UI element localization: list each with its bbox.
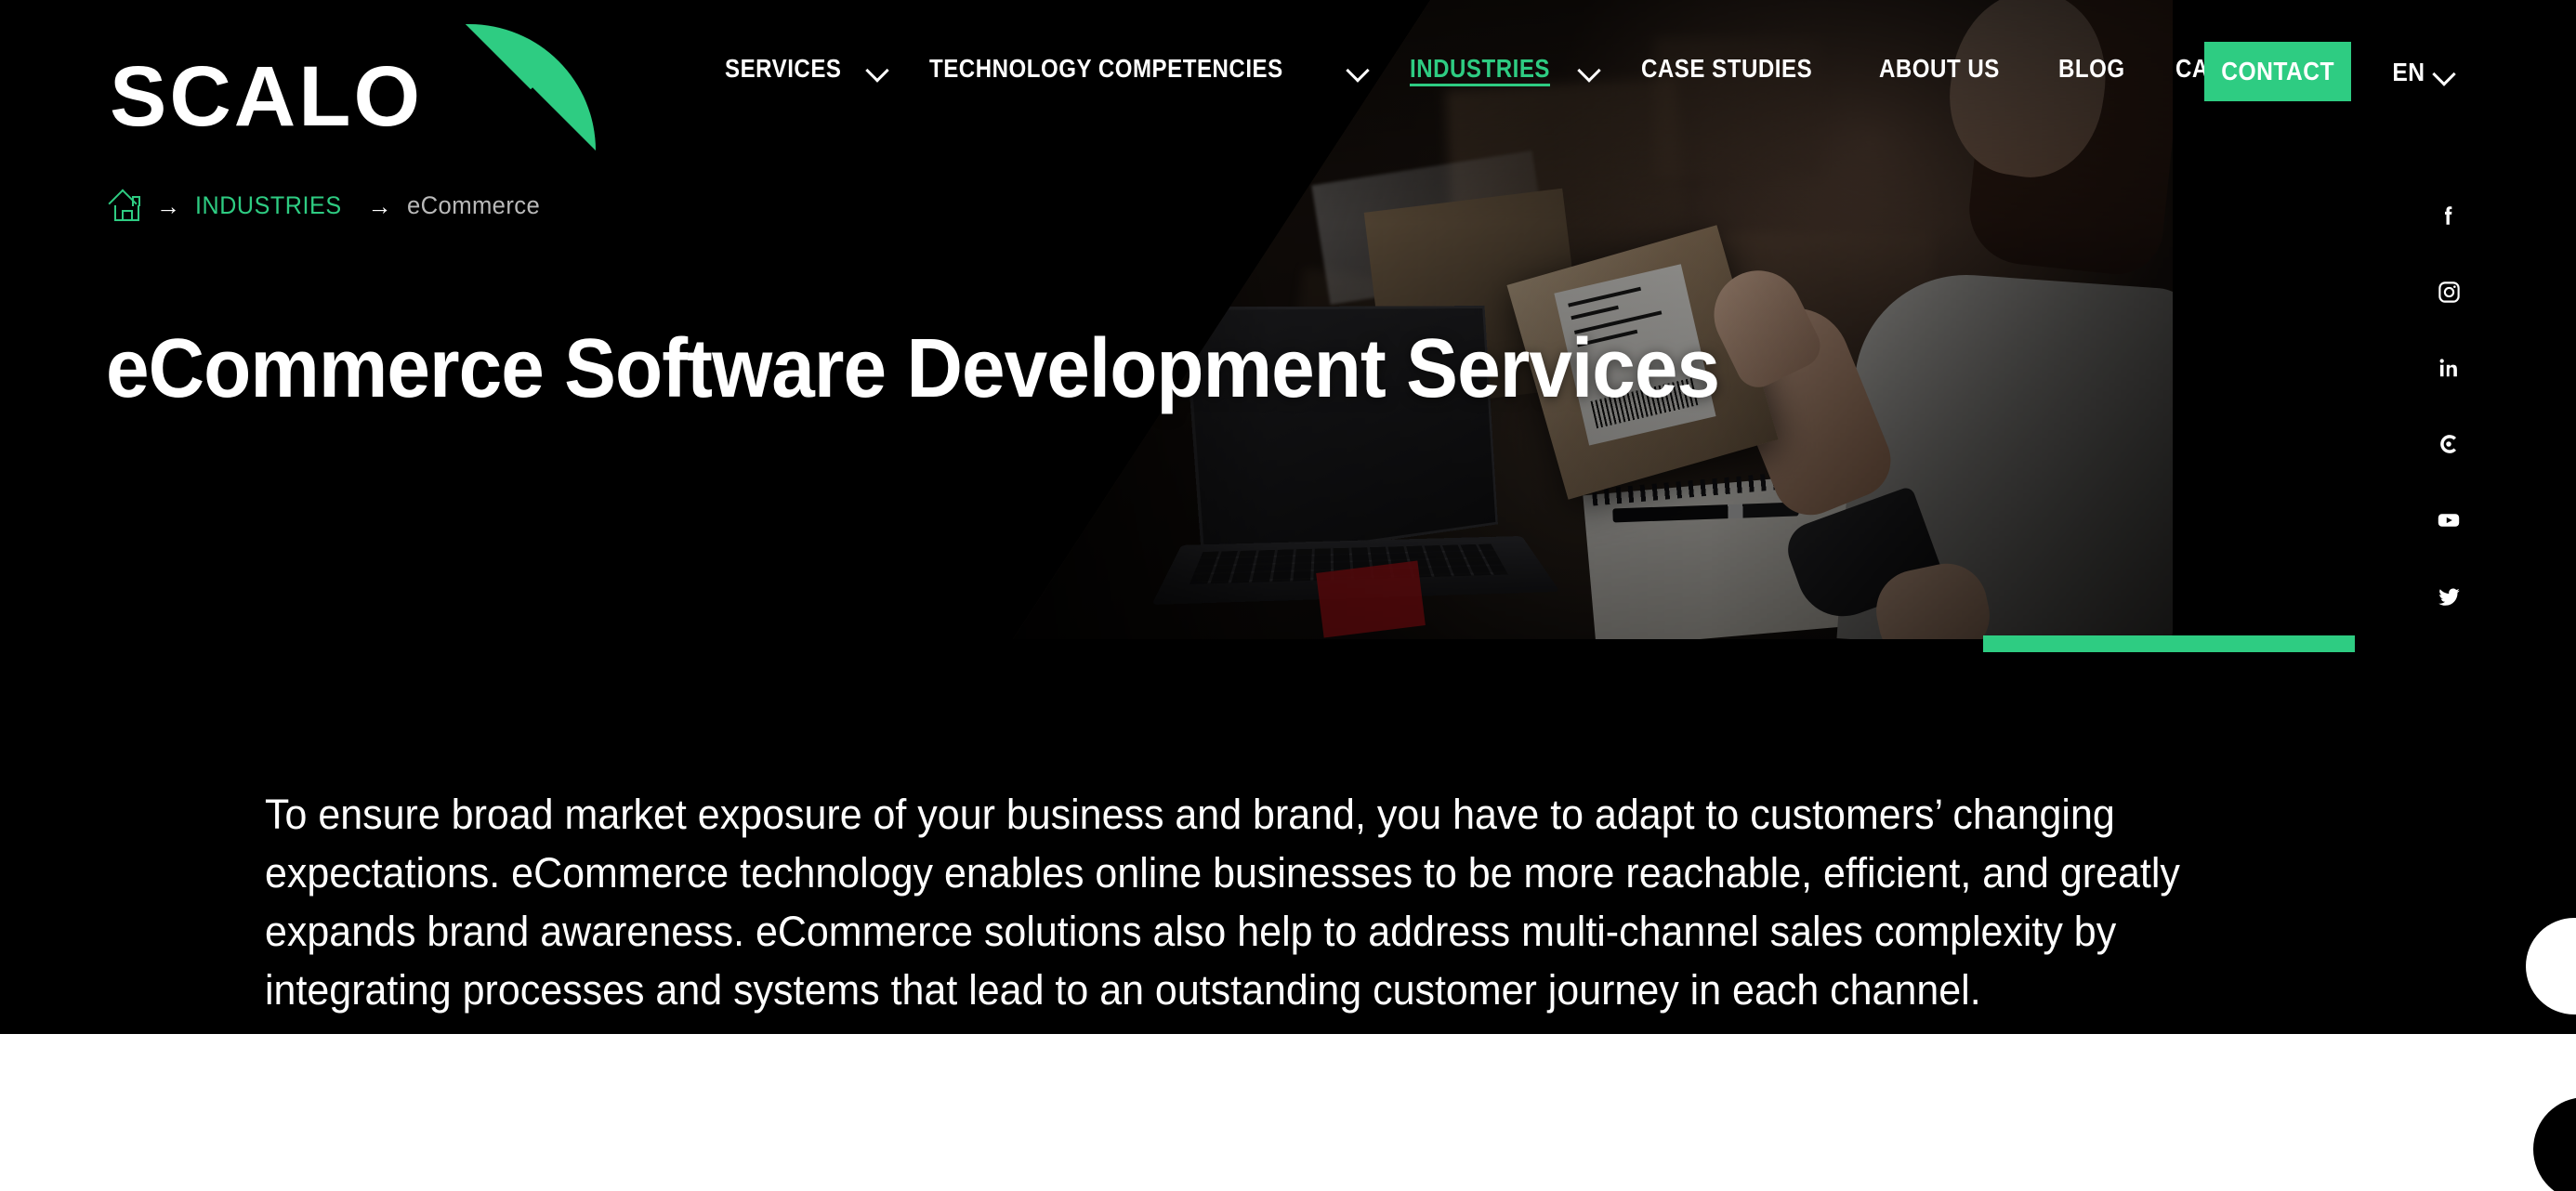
nav-label: SERVICES bbox=[725, 54, 842, 83]
nav-label: TECHNOLOGY COMPETENCIES bbox=[928, 54, 1283, 83]
breadcrumb-item-industries[interactable]: INDUSTRIES bbox=[195, 191, 342, 220]
breadcrumb-separator: → bbox=[367, 191, 392, 220]
nav-item-blog[interactable]: BLOG bbox=[2058, 54, 2136, 84]
nav-item-services[interactable]: SERVICES bbox=[725, 54, 890, 84]
linkedin-icon[interactable] bbox=[2428, 347, 2469, 388]
contact-button[interactable]: CONTACT bbox=[2204, 42, 2351, 101]
intro-paragraph: To ensure broad market exposure of your … bbox=[265, 791, 2180, 1014]
breadcrumb-separator: → bbox=[156, 191, 180, 220]
nav-item-case-studies[interactable]: CASE STUDIES bbox=[1641, 54, 1840, 84]
chevron-down-icon[interactable] bbox=[866, 62, 890, 76]
page-title: eCommerce Software Development Services bbox=[106, 322, 1720, 416]
language-selector[interactable]: EN bbox=[2390, 58, 2457, 87]
clutch-icon[interactable] bbox=[2428, 424, 2469, 465]
main-navigation: SERVICES TECHNOLOGY COMPETENCIES INDUSTR… bbox=[725, 54, 2327, 84]
hero-section: SCALO SERVICES TECHNOLOGY COMPETENCIES I… bbox=[0, 0, 2576, 1034]
site-header: SCALO SERVICES TECHNOLOGY COMPETENCIES I… bbox=[0, 0, 2576, 151]
logo-wordmark: SCALO bbox=[110, 49, 423, 144]
nav-label: INDUSTRIES bbox=[1409, 54, 1550, 83]
nav-label: CASE STUDIES bbox=[1641, 54, 1813, 83]
contact-button-label: CONTACT bbox=[2221, 57, 2334, 85]
twitter-icon[interactable] bbox=[2428, 576, 2469, 617]
instagram-icon[interactable] bbox=[2428, 271, 2469, 312]
breadcrumb: → INDUSTRIES → eCommerce bbox=[108, 188, 546, 221]
youtube-icon[interactable] bbox=[2428, 500, 2469, 541]
nav-item-industries[interactable]: INDUSTRIES bbox=[1410, 54, 1603, 84]
nav-item-technology-competencies[interactable]: TECHNOLOGY COMPETENCIES bbox=[929, 54, 1371, 84]
logo-arc-icon bbox=[466, 24, 596, 151]
home-icon[interactable] bbox=[108, 188, 141, 221]
next-section bbox=[0, 1034, 2576, 1191]
hero-accent-bar bbox=[1983, 635, 2355, 652]
social-links-rail bbox=[2416, 195, 2481, 617]
page-root: SCALO SERVICES TECHNOLOGY COMPETENCIES I… bbox=[0, 0, 2576, 1191]
chevron-down-icon[interactable] bbox=[1347, 62, 1371, 76]
logo[interactable]: SCALO bbox=[110, 20, 596, 151]
facebook-icon[interactable] bbox=[2428, 195, 2469, 236]
chevron-down-icon[interactable] bbox=[2433, 66, 2457, 80]
breadcrumb-item-ecommerce: eCommerce bbox=[406, 191, 540, 219]
language-selector-label: EN bbox=[2392, 58, 2425, 86]
chevron-down-icon[interactable] bbox=[1578, 62, 1602, 76]
nav-item-about-us[interactable]: ABOUT US bbox=[1879, 54, 2019, 84]
nav-label: ABOUT US bbox=[1879, 54, 2001, 83]
nav-label: BLOG bbox=[2058, 54, 2125, 83]
